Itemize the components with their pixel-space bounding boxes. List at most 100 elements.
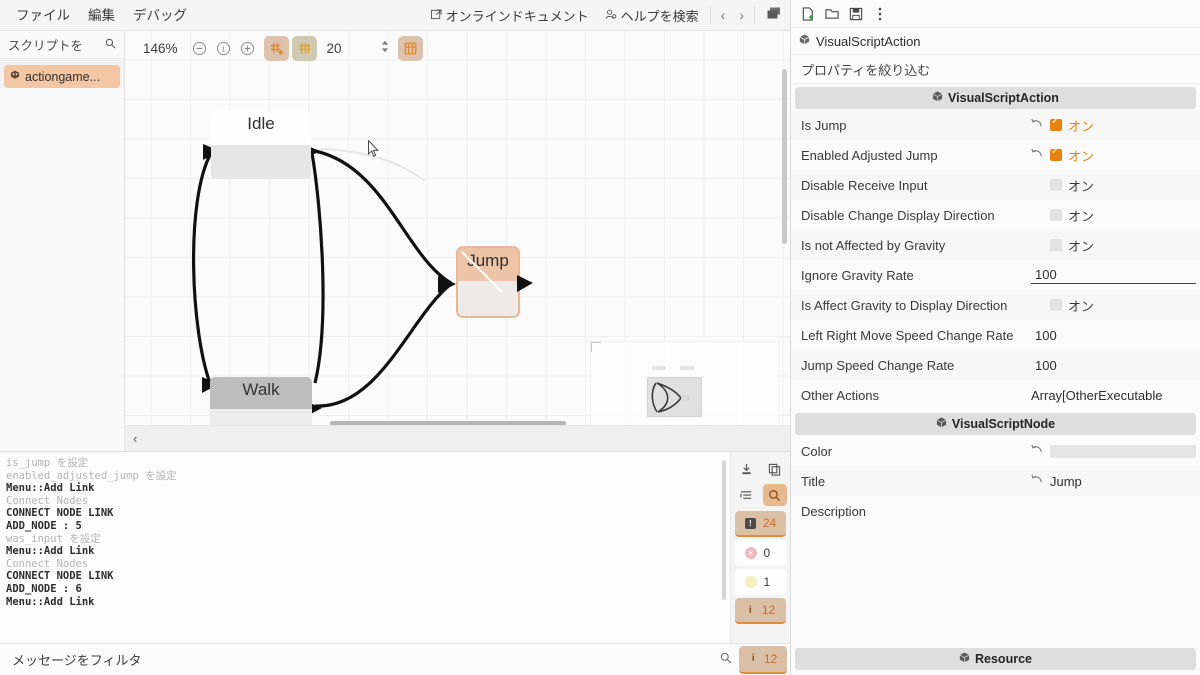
log-counter-errors[interactable]: ✕ 0 — [735, 540, 786, 566]
nav-forward-button[interactable]: › — [732, 0, 751, 31]
search-filter-icon[interactable] — [762, 484, 787, 506]
menu-debug[interactable]: デバッグ — [124, 0, 196, 31]
minus-circle-icon[interactable] — [188, 36, 212, 60]
info-icon: i — [751, 653, 755, 664]
clear-log-icon[interactable] — [735, 458, 759, 480]
copy-icon[interactable] — [763, 458, 787, 480]
inspector-property-filter-input[interactable]: プロパティを絞り込む — [791, 55, 1200, 84]
inspector-resource-label: Resource — [975, 652, 1032, 666]
log-line: is_jump を設定 — [6, 457, 89, 469]
script-list-empty-area — [0, 88, 124, 451]
property-text-input[interactable]: Jump — [1050, 474, 1082, 489]
godot-script-icon — [10, 70, 20, 83]
property-checkbox[interactable] — [1050, 179, 1062, 191]
property-checkbox[interactable] — [1050, 116, 1062, 131]
inspector-section-header[interactable]: VisualScriptAction — [795, 87, 1196, 109]
log-counter-warnings[interactable]: 1 — [735, 569, 786, 595]
inspector-panel: VisualScriptAction プロパティを絞り込む VisualScri… — [790, 0, 1200, 675]
property-checkbox[interactable] — [1050, 209, 1062, 221]
grid-snap-icon[interactable] — [263, 35, 289, 61]
script-item-actiongame[interactable]: actiongame... — [4, 65, 120, 88]
inspector-property-value: 100 — [1031, 320, 1200, 350]
graph-node-idle[interactable]: Idle — [211, 111, 311, 179]
inspector-property-label: Color — [801, 443, 833, 459]
graph-minimap[interactable] — [590, 341, 780, 425]
graph-node-walk[interactable]: Walk — [210, 377, 312, 425]
graph-canvas[interactable]: Idle Walk Jump — [125, 31, 790, 425]
menu-edit[interactable]: 編集 — [79, 0, 124, 31]
script-item-label: actiongame... — [25, 69, 101, 84]
property-color-swatch[interactable] — [1050, 444, 1196, 458]
minimap-viewport[interactable] — [647, 377, 702, 417]
property-checkbox-label: オン — [1068, 238, 1095, 254]
inspector-property-value — [1031, 496, 1200, 526]
graph-editor-panel[interactable]: Idle Walk Jump 146% 1 20 ‹ — [125, 31, 790, 451]
search-icon[interactable] — [713, 652, 739, 667]
property-number-input[interactable]: 100 — [1031, 358, 1057, 373]
log-line: was_input を設定 — [6, 532, 101, 545]
inspector-property-row: Description — [791, 496, 1200, 526]
script-search-placeholder: スクリプトを — [8, 39, 84, 53]
log-counter-info[interactable]: i 12 — [735, 598, 786, 624]
log-filter-info-count[interactable]: i 12 — [739, 645, 787, 674]
save-icon[interactable] — [845, 3, 867, 25]
open-folder-icon[interactable] — [821, 3, 843, 25]
plus-circle-icon[interactable] — [236, 36, 260, 60]
log-line: CONNECT NODE LINK — [6, 570, 114, 583]
log-counter-messages[interactable]: ! 24 — [735, 511, 786, 537]
more-vertical-icon[interactable] — [869, 3, 891, 25]
info-icon: i — [748, 604, 752, 616]
property-array-value[interactable]: Array[OtherExecutable — [1031, 388, 1163, 403]
revert-icon[interactable] — [1031, 118, 1044, 132]
one-circle-icon[interactable]: 1 — [212, 36, 236, 60]
inspector-property-label: Is not Affected by Gravity — [801, 237, 946, 253]
log-line: Menu::Add Link — [6, 545, 95, 558]
inspector-property-label: Is Affect Gravity to Display Direction — [801, 297, 1008, 313]
window-layers-icon[interactable] — [758, 0, 790, 31]
property-number-input[interactable]: 100 — [1031, 267, 1196, 284]
inspector-sections: VisualScriptActionIs JumpオンEnabled Adjus… — [791, 84, 1200, 526]
property-checkbox[interactable] — [1050, 146, 1062, 161]
inspector-object-row[interactable]: VisualScriptAction — [791, 28, 1200, 55]
nav-back-button[interactable]: ‹ — [714, 0, 733, 31]
warning-circle-icon — [744, 576, 757, 588]
new-resource-icon[interactable] — [797, 3, 819, 25]
revert-icon[interactable] — [1031, 148, 1044, 162]
grid-step-value[interactable]: 20 — [327, 41, 342, 56]
mouse-cursor — [368, 139, 380, 157]
inspector-section-title: VisualScriptAction — [948, 91, 1059, 105]
collapse-lines-icon[interactable] — [735, 484, 759, 506]
chevron-left-icon[interactable]: ‹ — [125, 431, 145, 446]
zoom-level-label: 146% — [143, 40, 178, 56]
menu-file[interactable]: ファイル — [7, 0, 79, 31]
inspector-property-label: Enabled Adjusted Jump — [801, 147, 938, 163]
log-vertical-scrollbar[interactable] — [722, 460, 726, 600]
revert-icon[interactable] — [1031, 474, 1044, 488]
inspector-section-header[interactable]: VisualScriptNode — [795, 413, 1196, 435]
inspector-property-row: Is Jump オン — [791, 110, 1200, 140]
log-message-list[interactable]: is_jump を設定 enabled_adjusted_jump を設定 Menu… — [0, 452, 730, 643]
resource-cube-icon — [799, 34, 810, 48]
log-filter-input[interactable]: メッセージをフィルタ — [0, 650, 713, 669]
property-checkbox[interactable] — [1050, 239, 1062, 251]
property-checkbox[interactable] — [1050, 299, 1062, 311]
updown-spinner-icon[interactable] — [380, 39, 390, 57]
revert-icon[interactable] — [1031, 444, 1044, 458]
inspector-property-value: オン — [1031, 230, 1200, 260]
divider — [709, 7, 711, 24]
graph-vertical-scrollbar[interactable] — [782, 69, 787, 244]
log-counter-value: 1 — [763, 575, 771, 589]
grid-layout-icon[interactable] — [397, 35, 423, 61]
property-number-input[interactable]: 100 — [1031, 328, 1057, 343]
inspector-property-label: Other Actions — [801, 387, 880, 403]
script-search-input[interactable]: スクリプトを — [0, 31, 124, 59]
grid-icon[interactable] — [291, 35, 317, 61]
inspector-property-row: Is not Affected by Gravity オン — [791, 230, 1200, 260]
log-line: Menu::Add Link — [6, 482, 95, 495]
graph-node-jump[interactable]: Jump — [456, 246, 520, 318]
online-documentation-link[interactable]: オンラインドキュメント — [423, 0, 597, 31]
search-help-link[interactable]: ヘルプを検索 — [597, 0, 707, 31]
inspector-property-label: Is Jump — [801, 117, 847, 133]
inspector-resource-footer[interactable]: Resource — [795, 648, 1196, 670]
inspector-property-value: オン — [1031, 140, 1200, 170]
